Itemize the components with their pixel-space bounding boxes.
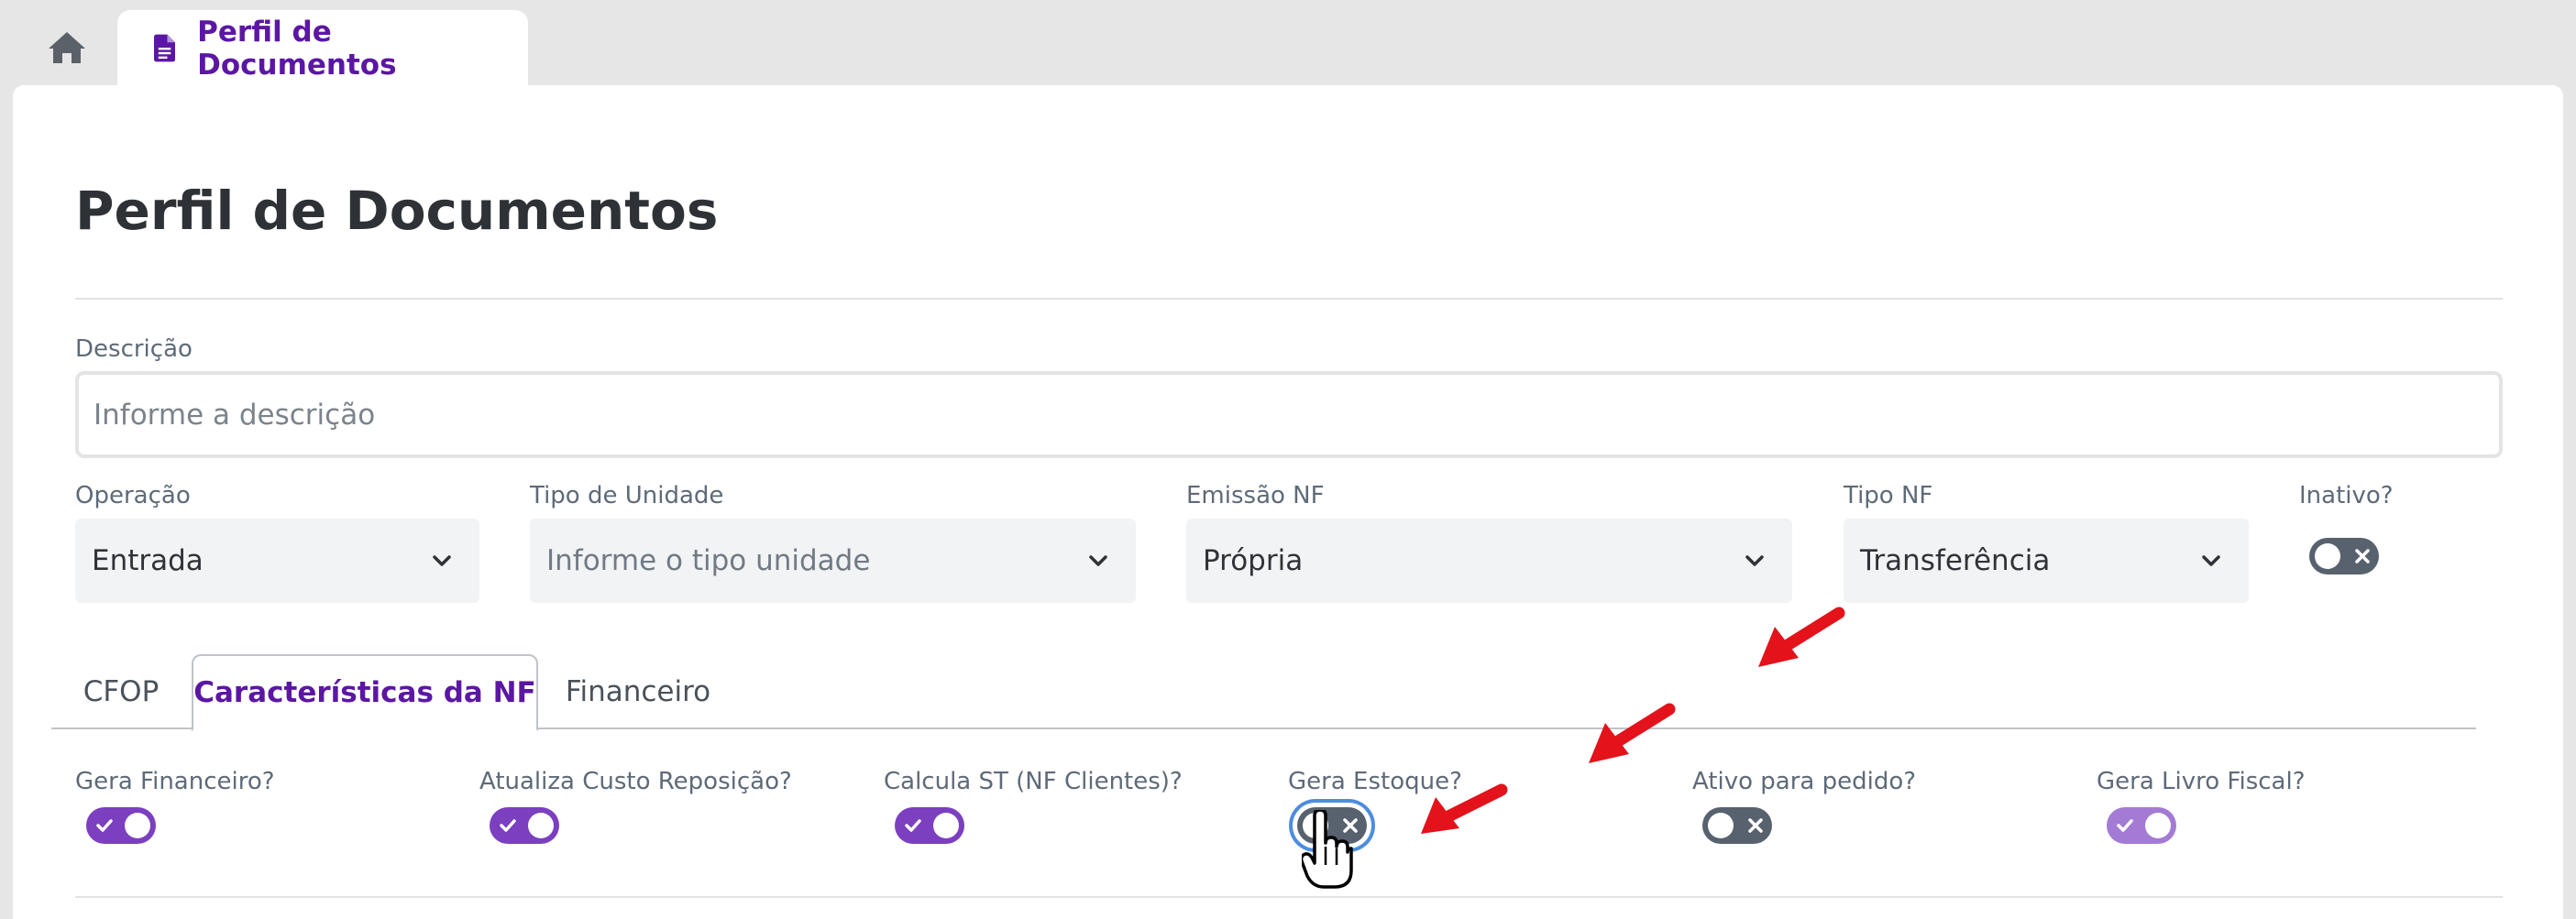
divider	[75, 896, 2503, 898]
emissao-nf-select[interactable]: Própria	[1186, 519, 1792, 603]
toggle-knob	[1708, 813, 1734, 838]
check-icon	[2117, 819, 2133, 832]
gera-financeiro-label: Gera Financeiro?	[75, 768, 275, 795]
chevron-down-icon	[1745, 555, 1764, 566]
atualiza-custo-toggle[interactable]	[490, 807, 559, 844]
ativo-pedido-toggle[interactable]	[1702, 807, 1772, 844]
tipo-nf-select[interactable]: Transferência	[1844, 519, 2249, 603]
calcula-st-label: Calcula ST (NF Clientes)?	[884, 768, 1183, 795]
tab-label: Perfil de Documentos	[197, 15, 397, 82]
page-title: Perfil de Documentos	[75, 180, 719, 242]
chevron-down-icon	[1089, 555, 1107, 566]
tipo-nf-label: Tipo NF	[1844, 482, 1933, 509]
operacao-select[interactable]: Entrada	[75, 519, 479, 603]
red-arrow-icon	[1421, 783, 1508, 834]
toggle-knob	[2315, 543, 2340, 569]
emissao-nf-label: Emissão NF	[1186, 482, 1325, 509]
toggle-knob	[2145, 813, 2171, 838]
tab-financeiro[interactable]: Financeiro	[556, 654, 721, 729]
gera-livro-fiscal-toggle[interactable]	[2107, 807, 2176, 844]
chevron-down-icon	[2202, 555, 2220, 566]
inativo-label: Inativo?	[2299, 482, 2394, 509]
tipo-unidade-placeholder: Informe o tipo unidade	[546, 544, 871, 577]
check-icon	[905, 819, 921, 832]
inativo-toggle[interactable]	[2309, 538, 2379, 574]
calcula-st-toggle[interactable]	[895, 807, 964, 844]
home-button[interactable]	[44, 27, 90, 68]
red-arrow-icon	[1758, 607, 1845, 667]
operacao-label: Operação	[75, 482, 191, 509]
close-icon	[1748, 818, 1763, 833]
home-icon	[49, 32, 85, 63]
gera-financeiro-toggle[interactable]	[86, 807, 156, 844]
descricao-label: Descrição	[75, 335, 193, 363]
ativo-pedido-label: Ativo para pedido?	[1692, 768, 1917, 795]
atualiza-custo-label: Atualiza Custo Reposição?	[479, 768, 792, 795]
toggle-knob	[528, 813, 554, 838]
red-arrow-icon	[1589, 703, 1676, 763]
hand-pointer-icon	[1302, 810, 1353, 889]
tab-caracteristicas-nf[interactable]: Características da NF	[192, 654, 538, 731]
tab-perfil-documentos[interactable]: Perfil de Documentos	[117, 10, 528, 86]
toggle-knob	[125, 813, 150, 838]
gera-livro-fiscal-label: Gera Livro Fiscal?	[2097, 768, 2306, 795]
descricao-input[interactable]	[75, 371, 2503, 458]
file-document-icon	[154, 34, 176, 62]
tipo-nf-value: Transferência	[1860, 544, 2051, 577]
tipo-unidade-label: Tipo de Unidade	[530, 482, 724, 509]
emissao-nf-value: Própria	[1203, 544, 1304, 577]
tipo-unidade-select[interactable]: Informe o tipo unidade	[530, 519, 1136, 603]
divider	[75, 298, 2503, 300]
tab-cfop[interactable]: CFOP	[64, 654, 178, 729]
check-icon	[500, 819, 516, 832]
toggle-knob	[933, 813, 959, 838]
close-icon	[2355, 549, 2370, 563]
check-icon	[96, 819, 113, 832]
operacao-value: Entrada	[92, 544, 204, 577]
chevron-down-icon	[433, 555, 451, 566]
